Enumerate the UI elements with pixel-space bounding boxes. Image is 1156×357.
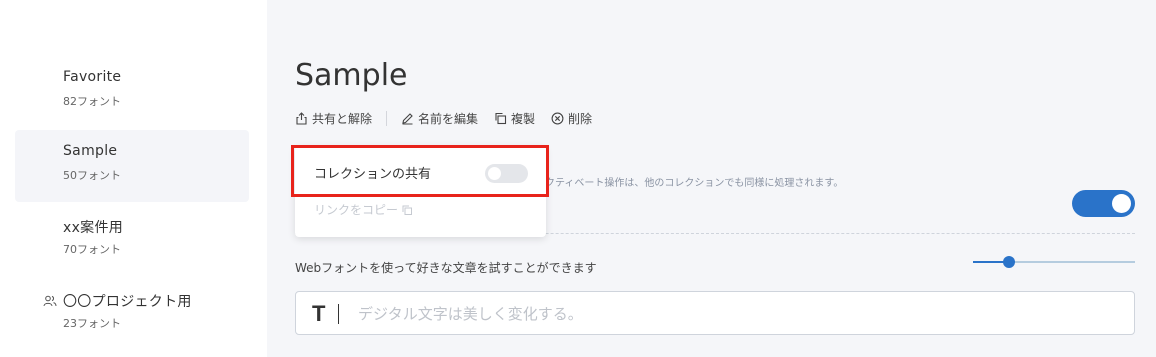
collection-item-sample[interactable]: Sample 50フォント bbox=[15, 130, 249, 202]
collection-count: 70フォント bbox=[63, 243, 121, 256]
webfont-description: Webフォントを使って好きな文章を試すことができます bbox=[295, 261, 597, 275]
font-size-slider[interactable] bbox=[973, 254, 1135, 270]
share-label: 共有と解除 bbox=[312, 111, 373, 126]
sample-text-box: T bbox=[295, 291, 1135, 335]
text-caret bbox=[338, 304, 339, 324]
copy-link-label: リンクをコピー bbox=[314, 203, 399, 217]
delete-label: 削除 bbox=[568, 111, 593, 126]
toggle-knob bbox=[1112, 194, 1131, 213]
collection-item-xx[interactable]: xx案件用 70フォント bbox=[15, 204, 249, 276]
delete-button[interactable]: 削除 bbox=[551, 110, 592, 127]
delete-circle-x-icon bbox=[551, 112, 564, 124]
collection-name: xx案件用 bbox=[63, 220, 124, 236]
activate-all-toggle[interactable] bbox=[1072, 190, 1135, 217]
highlight-annotation-box bbox=[291, 145, 549, 197]
shared-users-icon bbox=[43, 295, 57, 307]
collection-count: 23フォント bbox=[63, 317, 121, 330]
collection-name: Sample bbox=[63, 143, 118, 159]
collections-sidebar: Favorite 82フォント Sample 50フォント xx案件用 70フォ… bbox=[0, 0, 267, 357]
activation-description: クティベート操作は、他のコレクションでも同様に処理されます。 bbox=[545, 178, 844, 189]
pencil-icon bbox=[402, 112, 413, 125]
page-title: Sample bbox=[295, 58, 408, 93]
collection-count: 82フォント bbox=[63, 95, 121, 108]
text-t-icon: T bbox=[312, 301, 326, 326]
rename-button[interactable]: 名前を編集 bbox=[401, 110, 478, 127]
collection-actions: 共有と解除 名前を編集 複製 削除 bbox=[295, 110, 608, 126]
share-icon bbox=[296, 111, 307, 125]
copy-icon bbox=[495, 112, 507, 124]
share-button[interactable]: 共有と解除 bbox=[295, 110, 372, 127]
collection-name: 〇〇プロジェクト用 bbox=[63, 294, 192, 310]
collection-item-favorite[interactable]: Favorite 82フォント bbox=[15, 56, 249, 128]
copy-link-button[interactable]: リンクをコピー bbox=[314, 201, 413, 218]
collection-name: Favorite bbox=[63, 69, 122, 85]
rename-label: 名前を編集 bbox=[418, 111, 479, 126]
action-divider bbox=[386, 110, 388, 126]
duplicate-label: 複製 bbox=[511, 111, 536, 126]
collection-count: 50フォント bbox=[63, 169, 121, 182]
duplicate-button[interactable]: 複製 bbox=[494, 110, 535, 127]
copy-icon bbox=[402, 205, 413, 215]
collection-item-project[interactable]: 〇〇プロジェクト用 23フォント bbox=[15, 278, 249, 350]
sample-text-input[interactable] bbox=[358, 300, 1118, 328]
slider-thumb[interactable] bbox=[1003, 256, 1015, 268]
